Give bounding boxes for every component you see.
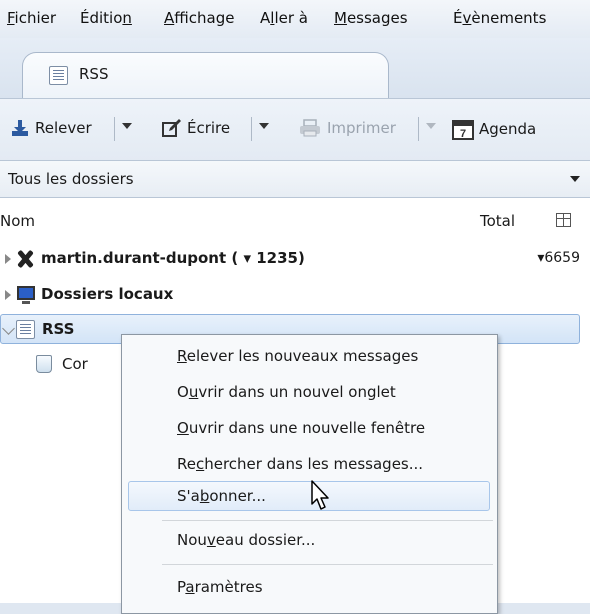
column-picker-icon[interactable] <box>556 213 571 227</box>
folder-label: martin.durant-dupont ( ▾ 1235) <box>41 249 305 267</box>
menu-item-parametres[interactable]: Paramètres <box>177 578 263 596</box>
menu-affichage[interactable]: Affichage <box>164 9 234 27</box>
chevron-down-icon <box>570 176 580 182</box>
folder-label: Cor <box>62 355 88 373</box>
folder-total: ▾6659 <box>537 250 580 266</box>
menu-item-relever[interactable]: Relever les nouveaux messages <box>177 347 418 365</box>
toolbar-separator <box>418 117 419 141</box>
agenda-button[interactable]: 7 Agenda <box>452 118 536 140</box>
relever-button[interactable]: Relever <box>10 118 92 138</box>
imprimer-dropdown-icon[interactable] <box>426 123 436 129</box>
folder-row-local[interactable]: Dossiers locaux <box>0 280 590 310</box>
menu-messages[interactable]: Messages <box>334 9 408 27</box>
svg-text:7: 7 <box>460 128 466 140</box>
menu-separator <box>162 520 493 521</box>
expand-icon[interactable] <box>5 290 11 300</box>
toolbar-separator <box>251 117 252 141</box>
ecrire-dropdown-icon[interactable] <box>259 123 269 129</box>
menu-item-ouvrir-onglet[interactable]: Ouvrir dans un nouvel onglet <box>177 383 396 401</box>
folder-mode-value: Tous les dossiers <box>8 170 134 188</box>
menu-item-nouveau-dossier[interactable]: Nouveau dossier... <box>177 531 315 549</box>
tab-strip: RSS <box>0 38 590 98</box>
imprimer-button[interactable]: Imprimer <box>298 118 396 138</box>
feed-icon <box>16 320 35 339</box>
menu-item-ouvrir-fenetre[interactable]: Ouvrir dans une nouvelle fenêtre <box>177 419 425 437</box>
folder-label: Dossiers locaux <box>41 285 174 303</box>
folder-row-account[interactable]: martin.durant-dupont ( ▾ 1235) ▾6659 <box>0 244 590 274</box>
toolbar-separator <box>114 117 115 141</box>
folder-mode-select[interactable]: Tous les dossiers <box>0 160 590 198</box>
mouse-cursor-icon <box>311 480 329 510</box>
menu-fichier[interactable]: Fichier <box>7 9 56 27</box>
tab-label: RSS <box>79 65 109 83</box>
menu-separator <box>162 564 493 565</box>
pencil-icon <box>162 119 181 137</box>
relever-dropdown-icon[interactable] <box>122 123 132 129</box>
column-header: Nom Total <box>0 208 590 238</box>
trash-icon <box>36 355 52 373</box>
menu-item-sabonner[interactable]: S'abonner... <box>177 487 266 505</box>
printer-icon <box>300 119 320 137</box>
toolbar: Relever Écrire Imprimer 7 Agenda <box>0 98 590 161</box>
expand-icon[interactable] <box>5 254 11 264</box>
collapse-icon[interactable] <box>2 322 15 335</box>
tab-rss[interactable]: RSS <box>22 52 389 98</box>
menu-evenements[interactable]: Évènements <box>453 9 546 27</box>
x-account-icon <box>15 249 35 269</box>
computer-icon <box>17 286 35 304</box>
menu-edition[interactable]: Édition <box>80 9 132 27</box>
menu-aller-a[interactable]: Aller à <box>260 9 308 27</box>
calendar-icon: 7 <box>452 120 474 140</box>
menu-bar: Fichier Édition Affichage Aller à Messag… <box>0 0 590 38</box>
context-menu: Relever les nouveaux messages Ouvrir dan… <box>121 334 498 614</box>
folder-label: RSS <box>42 320 75 338</box>
menu-item-rechercher[interactable]: Rechercher dans les messages... <box>177 455 423 473</box>
ecrire-button[interactable]: Écrire <box>162 118 230 138</box>
column-header-name[interactable]: Nom <box>0 212 35 230</box>
download-icon <box>12 120 28 136</box>
column-header-total[interactable]: Total <box>480 212 515 230</box>
feed-icon <box>49 66 68 85</box>
